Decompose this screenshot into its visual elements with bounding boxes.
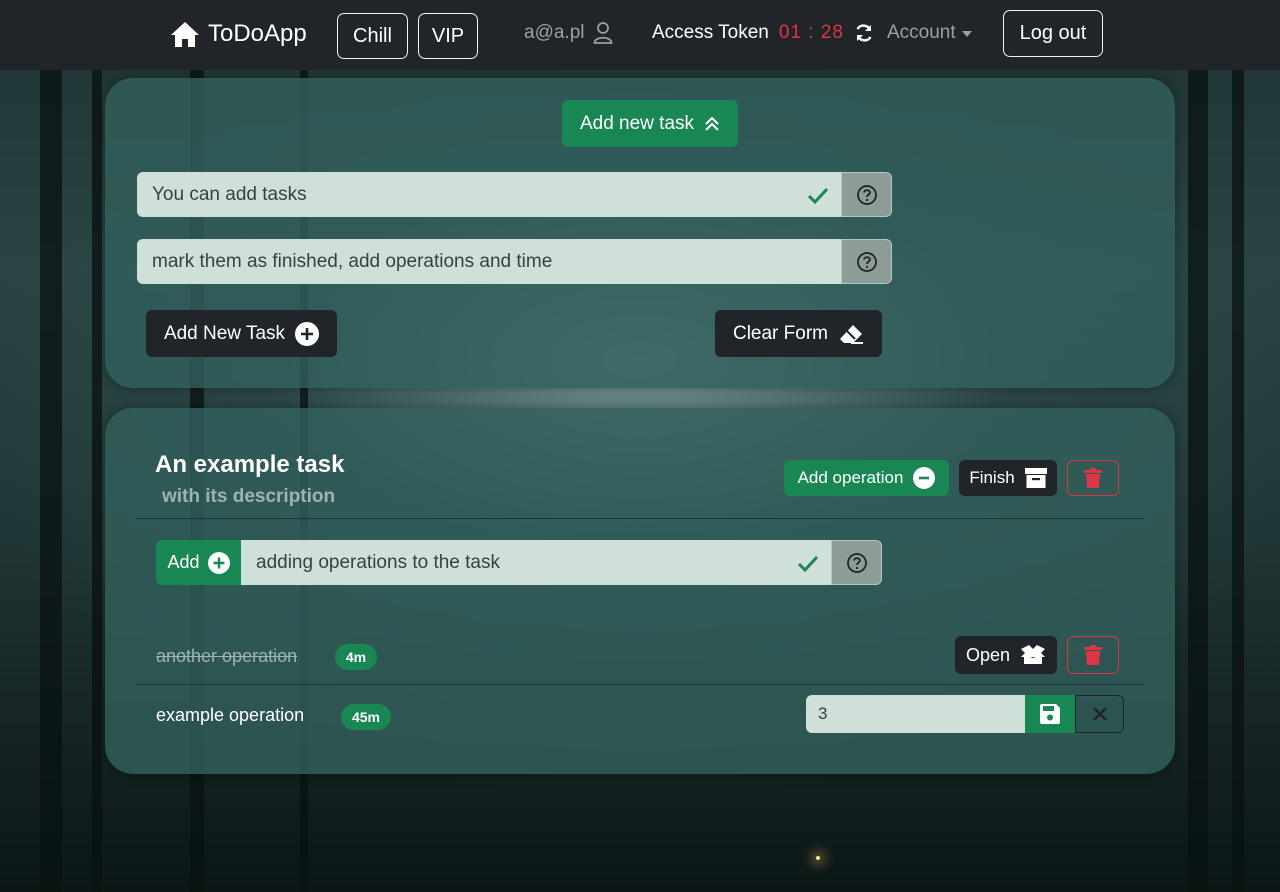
chevron-double-up-icon — [705, 116, 719, 131]
task-description-group: mark them as finished, add operations an… — [137, 239, 892, 284]
add-operation-submit-button[interactable]: Add — [156, 540, 241, 585]
add-operation-label: Add operation — [797, 468, 904, 487]
operation-input-value: adding operations to the task — [256, 551, 501, 573]
delete-task-button[interactable] — [1067, 460, 1119, 496]
archive-icon — [1024, 468, 1047, 488]
task-title-group: You can add tasks — [137, 172, 892, 217]
user-menu[interactable]: a@a.pl — [524, 22, 613, 44]
operation-time-input-value: 3 — [818, 704, 828, 723]
description-help-button[interactable] — [841, 239, 892, 284]
save-time-button[interactable] — [1025, 695, 1075, 733]
operation-name: example operation — [156, 705, 305, 725]
refresh-icon[interactable] — [854, 23, 874, 43]
task-header-divider — [136, 518, 1144, 519]
new-task-card: Add new task You can add tasks mark them… — [105, 78, 1175, 388]
operation-form: Add adding operations to the task — [156, 540, 882, 585]
task-description: with its description — [162, 486, 336, 507]
task-card: An example task with its description Add… — [105, 408, 1175, 774]
check-icon — [797, 555, 819, 572]
operation-time-badge: 4m — [335, 644, 377, 670]
question-circle-icon — [846, 552, 867, 573]
check-icon — [807, 187, 829, 204]
trash-icon — [1084, 645, 1102, 665]
access-token: Access Token 01 : 28 — [652, 22, 874, 44]
task-title-value: You can add tasks — [152, 183, 307, 205]
operation-name: another operation — [156, 646, 298, 666]
finish-task-button[interactable]: Finish — [959, 460, 1057, 496]
user-email: a@a.pl — [524, 22, 585, 43]
navbar: ToDoApp Chill VIP a@a.pl Access Token 01… — [0, 0, 1280, 70]
clear-form-label: Clear Form — [732, 322, 828, 344]
add-new-task-button[interactable]: Add New Task — [146, 310, 337, 357]
title-help-button[interactable] — [841, 172, 892, 217]
toggle-new-task-label: Add new task — [579, 112, 695, 134]
home-icon — [171, 22, 199, 47]
eraser-icon — [840, 324, 863, 344]
add-operation-button[interactable]: Add operation — [784, 460, 949, 496]
add-label: Add — [167, 552, 200, 572]
token-timer: 01 : 28 — [778, 22, 844, 43]
operation-divider — [136, 684, 1144, 685]
brand-link[interactable]: ToDoApp — [170, 20, 307, 48]
open-label: Open — [965, 644, 1011, 665]
caret-down-icon — [961, 31, 972, 37]
delete-operation-button[interactable] — [1067, 636, 1119, 674]
operation-time-input[interactable]: 3 — [806, 695, 1025, 733]
question-circle-icon — [856, 184, 877, 205]
chill-button[interactable]: Chill — [337, 13, 408, 59]
close-icon — [1092, 707, 1107, 721]
question-circle-icon — [856, 251, 877, 272]
toggle-new-task-button[interactable]: Add new task — [562, 100, 738, 147]
task-title-input[interactable]: You can add tasks — [137, 172, 841, 217]
plus-circle-icon — [207, 551, 230, 574]
open-operation-button[interactable]: Open — [955, 636, 1057, 674]
save-icon — [1040, 704, 1060, 724]
task-description-input[interactable]: mark them as finished, add operations an… — [137, 239, 841, 284]
operation-help-button[interactable] — [831, 540, 882, 585]
add-new-task-label: Add New Task — [163, 322, 286, 344]
account-dropdown[interactable]: Account — [887, 22, 972, 44]
user-icon — [593, 22, 612, 44]
cancel-time-button[interactable] — [1075, 695, 1124, 733]
account-label: Account — [887, 22, 956, 43]
task-description-value: mark them as finished, add operations an… — [152, 250, 553, 272]
vip-button[interactable]: VIP — [418, 13, 478, 59]
operation-input[interactable]: adding operations to the task — [241, 540, 831, 585]
box-open-icon — [1021, 645, 1046, 664]
logout-button[interactable]: Log out — [1003, 10, 1103, 57]
minus-circle-icon — [913, 467, 936, 489]
plus-circle-icon — [295, 321, 320, 346]
trash-icon — [1084, 468, 1102, 488]
clear-form-button[interactable]: Clear Form — [715, 310, 882, 357]
operation-time-form: 3 — [806, 695, 1124, 733]
task-title: An example task — [155, 451, 345, 478]
operation-time-badge: 45m — [341, 704, 391, 730]
brand-name: ToDoApp — [208, 20, 307, 47]
finish-label: Finish — [969, 468, 1015, 487]
token-label: Access Token — [652, 22, 769, 43]
firefly-dot — [816, 856, 820, 860]
